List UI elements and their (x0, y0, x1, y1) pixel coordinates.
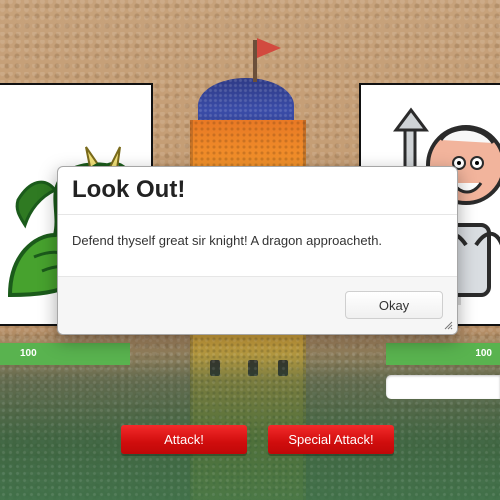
dragon-hp-bar: 100 (0, 343, 130, 365)
castle-window (278, 360, 288, 376)
dragon-hp-value: 100 (20, 348, 37, 359)
knight-hp-bar: 100 (386, 343, 500, 365)
castle-window (248, 360, 258, 376)
castle-window (210, 360, 220, 376)
modal-dialog: Look Out! Defend thyself great sir knigh… (57, 166, 458, 335)
action-input[interactable] (386, 375, 500, 399)
special-attack-button[interactable]: Special Attack! (268, 425, 394, 454)
modal-footer: Okay (58, 276, 457, 334)
modal-message: Defend thyself great sir knight! A drago… (72, 233, 383, 248)
modal-body: Defend thyself great sir knight! A drago… (58, 215, 457, 277)
resize-grip-icon[interactable] (443, 320, 453, 330)
attack-button[interactable]: Attack! (121, 425, 247, 454)
modal-header: Look Out! (58, 167, 457, 215)
castle-flag (257, 38, 281, 58)
knight-hp-value: 100 (475, 348, 492, 359)
modal-title: Look Out! (72, 176, 186, 203)
okay-button[interactable]: Okay (345, 291, 443, 319)
